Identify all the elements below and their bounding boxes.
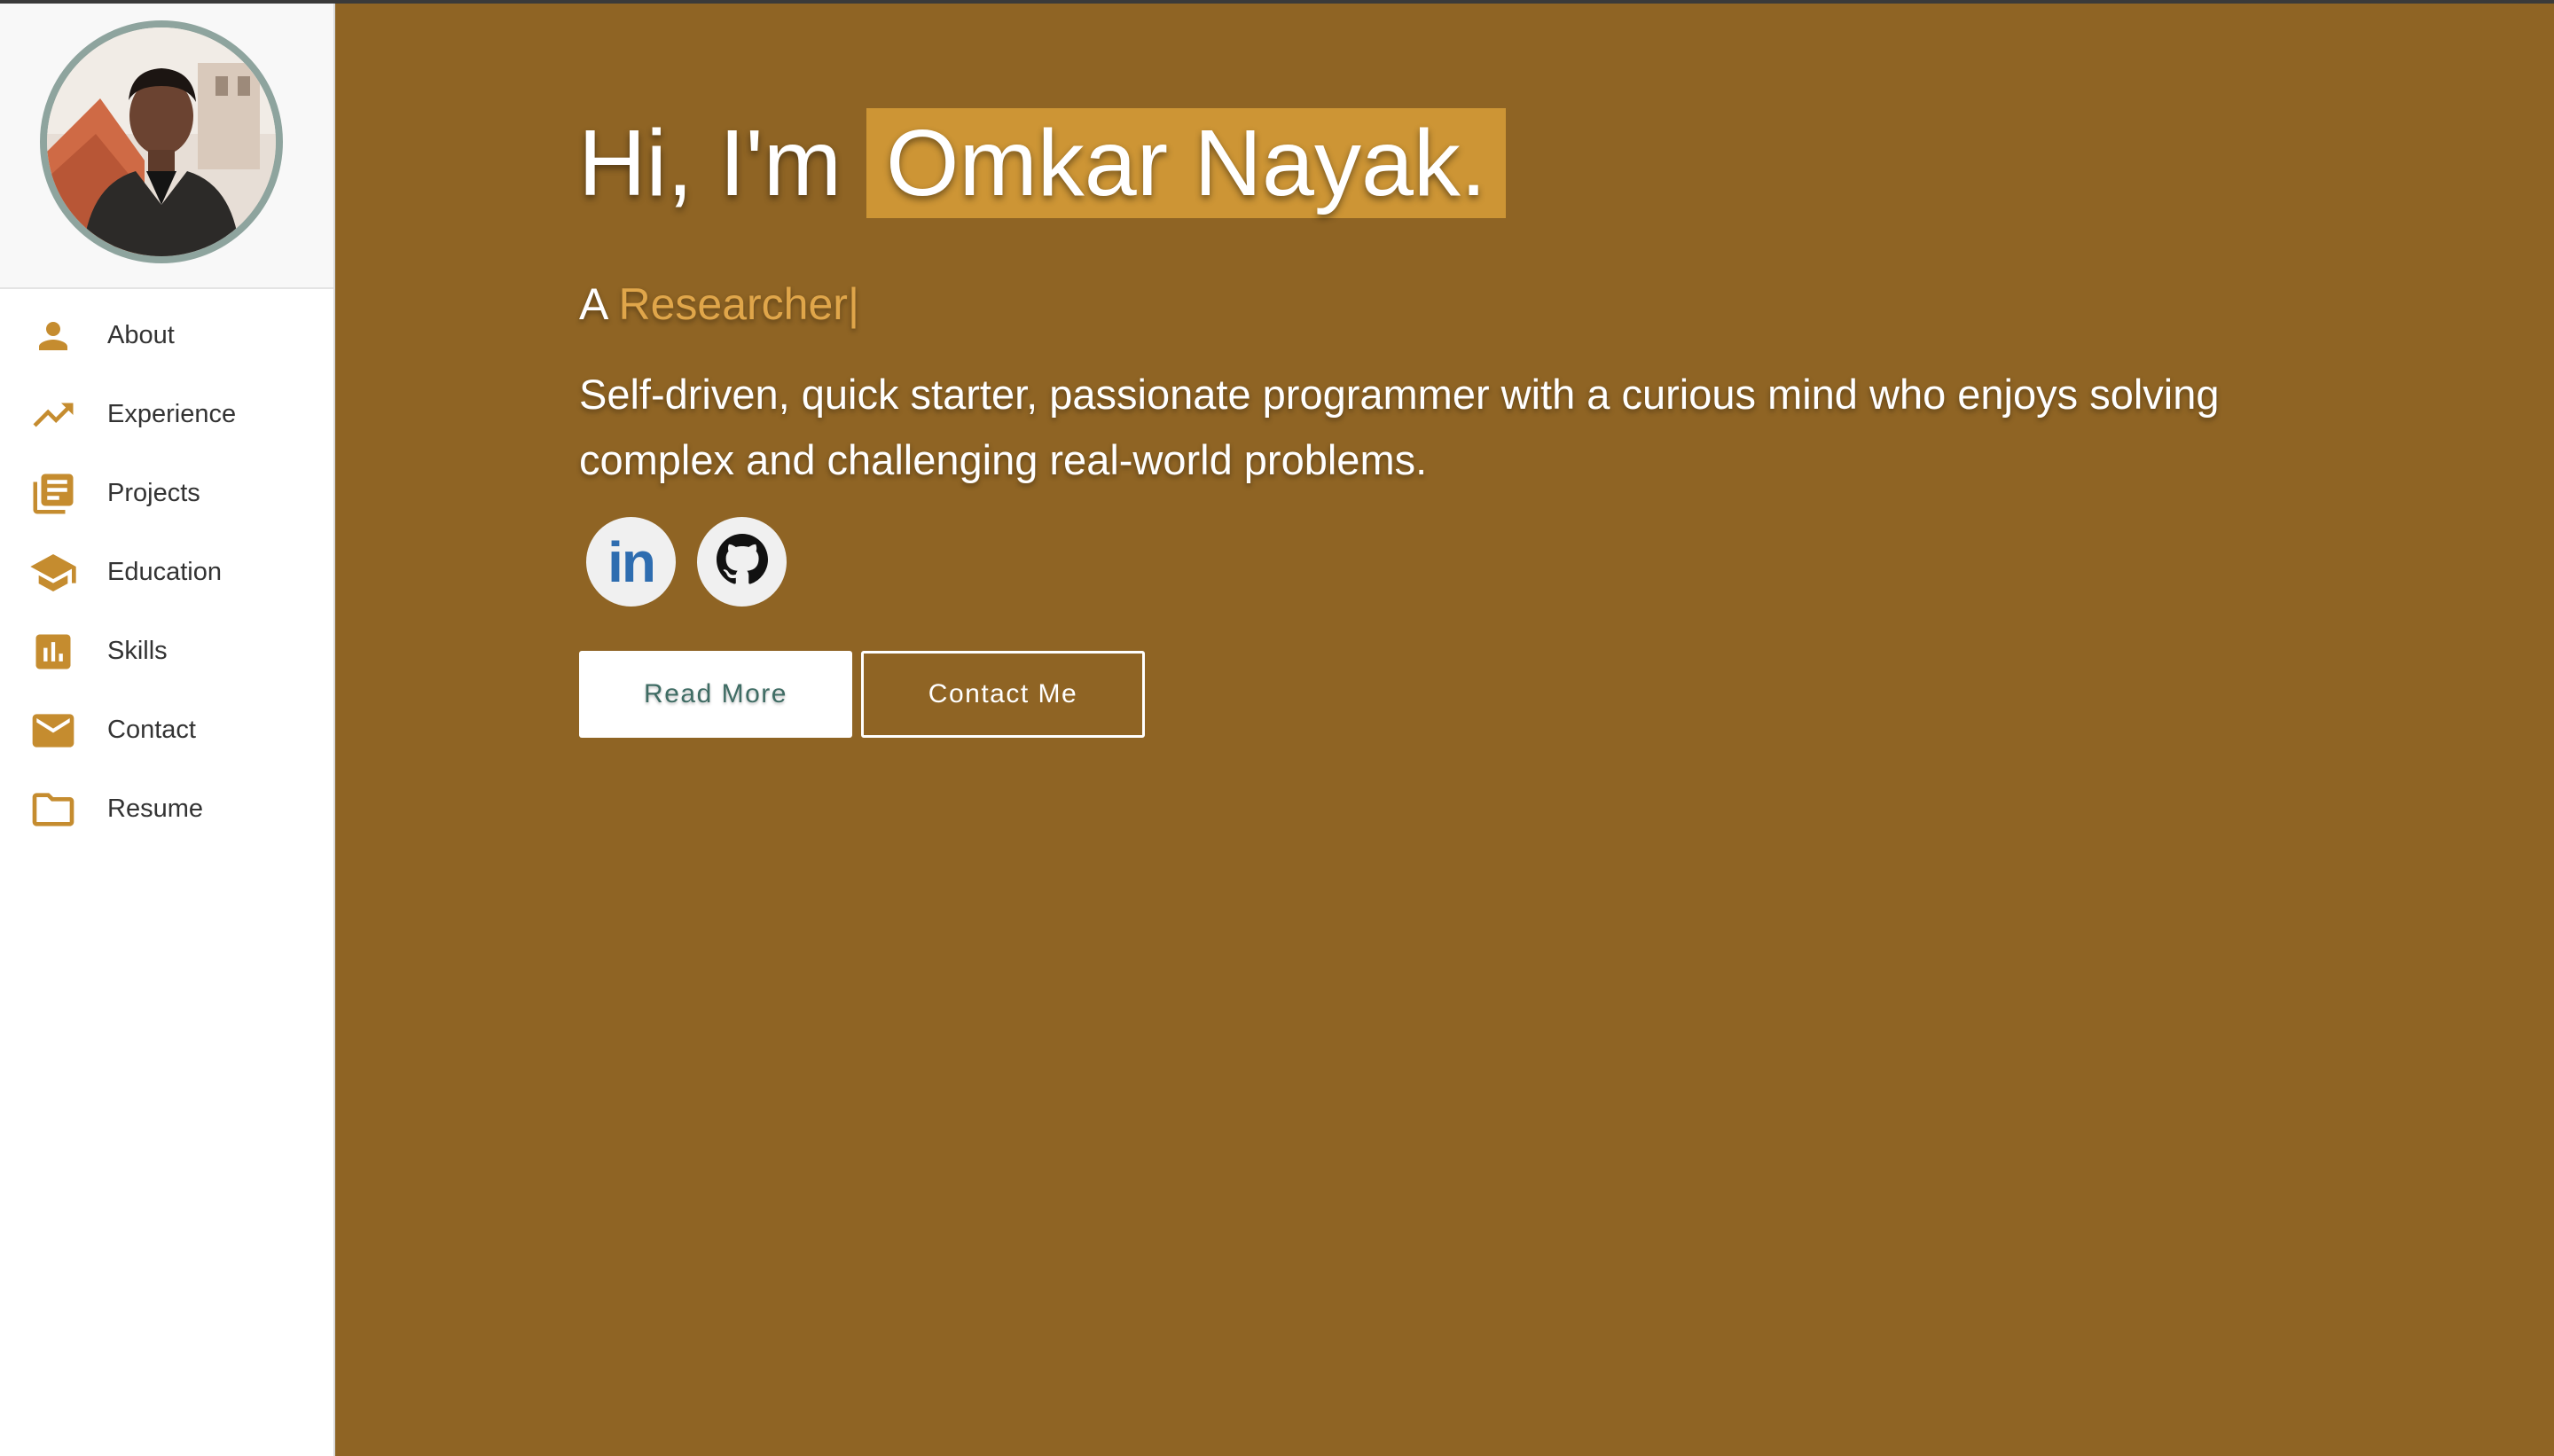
greeting-text: Hi, I'm: [578, 110, 842, 215]
sidebar-item-education[interactable]: Education: [0, 533, 333, 612]
name-highlight: Omkar Nayak.: [866, 108, 1507, 218]
hero-heading: Hi, I'm Omkar Nayak.: [578, 106, 1507, 221]
github-link[interactable]: [697, 517, 787, 607]
trending-up-icon: [28, 390, 78, 440]
sidebar-item-label: Projects: [107, 479, 200, 507]
library-books-icon: [28, 469, 78, 519]
sidebar: About Experience Projects Education Skil…: [0, 4, 335, 1456]
profile-header: [0, 4, 333, 289]
github-icon: [716, 534, 768, 590]
sidebar-item-label: Education: [107, 558, 222, 586]
sidebar-item-label: Contact: [107, 716, 196, 744]
bar-chart-icon: [28, 627, 78, 677]
person-icon: [28, 311, 78, 361]
folder-icon: [28, 785, 78, 834]
sidebar-nav: About Experience Projects Education Skil…: [0, 296, 333, 849]
contact-me-button[interactable]: Contact Me: [861, 651, 1145, 738]
sidebar-item-experience[interactable]: Experience: [0, 375, 333, 454]
avatar: [40, 20, 283, 263]
sidebar-item-projects[interactable]: Projects: [0, 454, 333, 533]
social-links: in: [586, 517, 787, 607]
role-typed-text: Researcher: [618, 279, 848, 329]
sidebar-item-label: Experience: [107, 400, 237, 428]
sidebar-item-label: Skills: [107, 637, 168, 665]
role-line: A Researcher|: [579, 278, 859, 330]
read-more-button[interactable]: Read More: [579, 651, 852, 738]
linkedin-link[interactable]: in: [586, 517, 676, 607]
linkedin-icon: in: [607, 529, 656, 594]
sidebar-item-label: Resume: [107, 795, 203, 823]
sidebar-item-contact[interactable]: Contact: [0, 691, 333, 770]
role-prefix: A: [579, 279, 607, 329]
typing-caret: |: [847, 279, 859, 329]
profile-photo: [47, 27, 276, 256]
sidebar-item-about[interactable]: About: [0, 296, 333, 375]
sidebar-item-resume[interactable]: Resume: [0, 770, 333, 849]
intro-text: Self-driven, quick starter, passionate p…: [579, 371, 2220, 483]
hero-section: Hi, I'm Omkar Nayak. A Researcher| Self-…: [335, 4, 2554, 1456]
mail-icon: [28, 706, 78, 755]
sidebar-item-label: About: [107, 321, 175, 349]
school-icon: [28, 548, 78, 598]
sidebar-item-skills[interactable]: Skills: [0, 612, 333, 691]
